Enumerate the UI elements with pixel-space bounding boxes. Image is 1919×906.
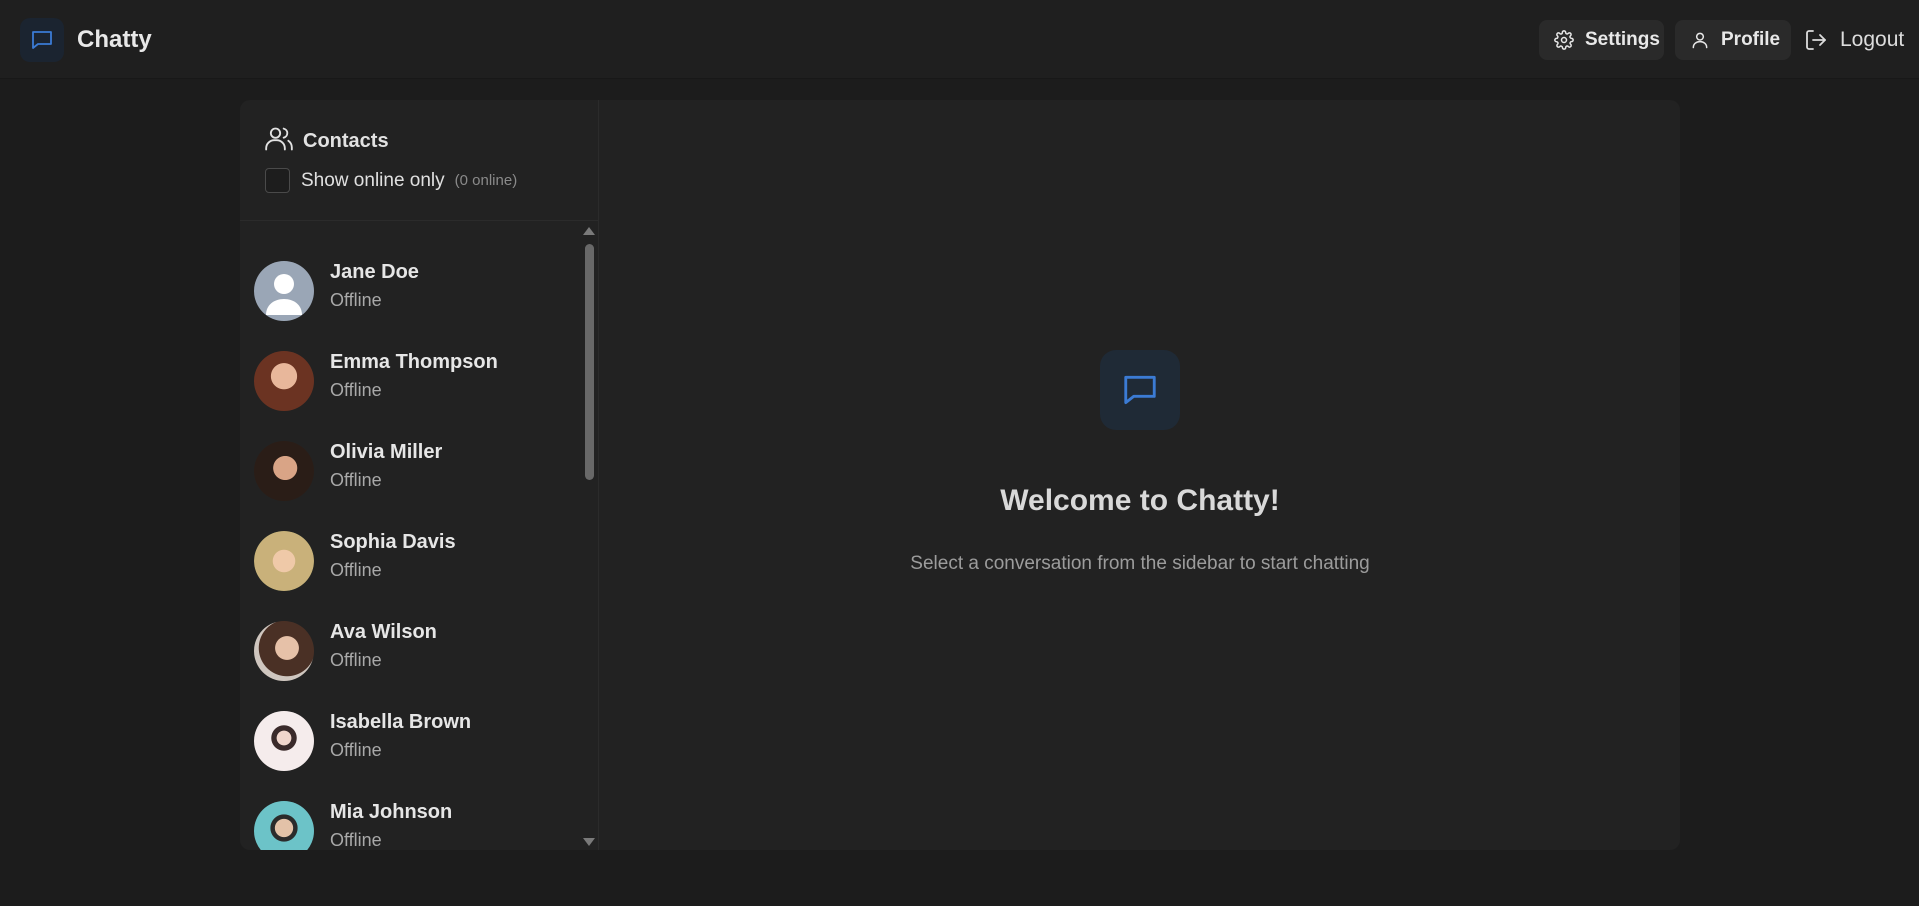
avatar — [254, 531, 314, 591]
contact-status: Offline — [330, 470, 382, 490]
scrollbar-thumb[interactable] — [585, 244, 594, 480]
online-filter: Show online only (0 online) — [265, 168, 517, 193]
contacts-sidebar: Contacts Show online only (0 online) Jan… — [240, 100, 599, 850]
contact-item[interactable]: Olivia Miller Offline — [240, 426, 580, 516]
contact-status: Offline — [330, 830, 382, 850]
contact-status: Offline — [330, 740, 382, 760]
logout-label: Logout — [1840, 28, 1905, 51]
contact-name: Olivia Miller — [330, 441, 443, 463]
sidebar-header: Contacts Show online only (0 online) — [240, 100, 598, 221]
profile-label: Profile — [1721, 29, 1781, 50]
avatar — [254, 621, 314, 681]
contact-item[interactable]: Ava Wilson Offline — [240, 606, 580, 696]
top-navbar: Chatty Settings Profile Logout — [0, 0, 1919, 79]
settings-label: Settings — [1585, 29, 1660, 50]
contact-status: Offline — [330, 290, 382, 310]
logout-icon — [1804, 28, 1828, 52]
contacts-heading: Contacts — [265, 125, 389, 158]
show-online-label[interactable]: Show online only — [301, 170, 445, 192]
contact-item[interactable]: Jane Doe Offline — [240, 246, 580, 336]
contact-status: Offline — [330, 380, 382, 400]
avatar — [254, 711, 314, 771]
user-icon — [1690, 30, 1710, 50]
contact-item[interactable]: Mia Johnson Offline — [240, 786, 580, 850]
contact-status: Offline — [330, 650, 382, 670]
welcome-placeholder: Welcome to Chatty! Select a conversation… — [600, 100, 1680, 850]
contacts-title: Contacts — [303, 130, 389, 152]
users-icon — [265, 125, 293, 158]
contact-status: Offline — [330, 560, 382, 580]
welcome-subtitle: Select a conversation from the sidebar t… — [910, 553, 1370, 574]
contact-name: Sophia Davis — [330, 531, 456, 553]
chat-bubble-icon — [1100, 350, 1180, 430]
contact-item[interactable]: Emma Thompson Offline — [240, 336, 580, 426]
online-count: (0 online) — [454, 172, 518, 189]
show-online-checkbox[interactable] — [265, 168, 290, 193]
logout-button[interactable]: Logout — [1802, 20, 1906, 60]
default-avatar-icon — [254, 261, 314, 321]
contact-list: Jane Doe Offline Emma Thompson Offline O… — [240, 222, 598, 850]
contact-name: Isabella Brown — [330, 711, 472, 733]
chat-container: Contacts Show online only (0 online) Jan… — [240, 100, 1680, 850]
avatar — [254, 801, 314, 850]
contact-name: Jane Doe — [330, 261, 419, 283]
settings-button[interactable]: Settings — [1539, 20, 1664, 60]
brand-logo[interactable]: Chatty — [20, 18, 152, 62]
avatar — [254, 441, 314, 501]
contact-name: Ava Wilson — [330, 621, 437, 643]
contact-item[interactable]: Sophia Davis Offline — [240, 516, 580, 606]
welcome-title: Welcome to Chatty! — [1000, 484, 1280, 517]
contact-name: Mia Johnson — [330, 801, 453, 823]
scroll-up-arrow-icon[interactable] — [583, 227, 595, 235]
avatar — [254, 351, 314, 411]
contact-item[interactable]: Isabella Brown Offline — [240, 696, 580, 786]
gear-icon — [1554, 30, 1574, 50]
app-title: Chatty — [77, 26, 152, 53]
contact-name: Emma Thompson — [330, 351, 498, 373]
profile-button[interactable]: Profile — [1675, 20, 1791, 60]
chat-bubble-icon — [20, 18, 64, 62]
scroll-down-arrow-icon[interactable] — [583, 838, 595, 846]
